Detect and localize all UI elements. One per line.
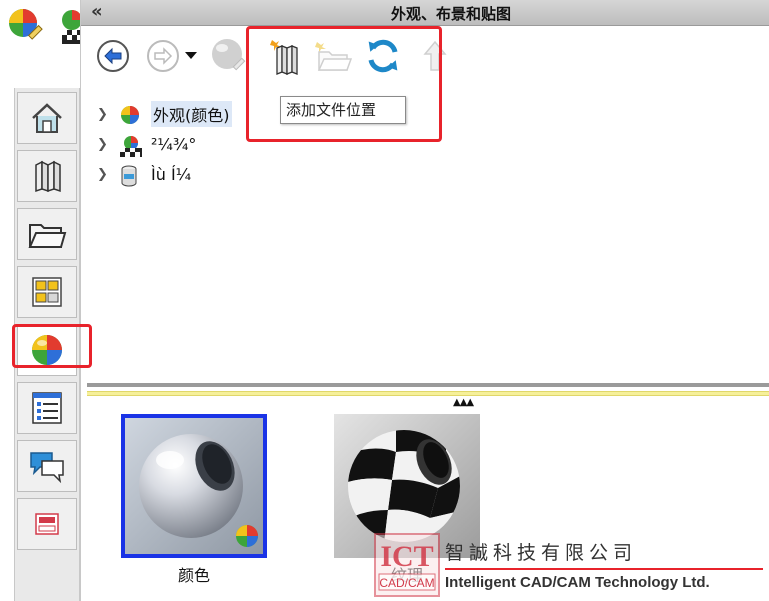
glossy-ball-preview: [125, 418, 263, 554]
splitter-bar: [87, 383, 769, 387]
tab-home[interactable]: [17, 92, 77, 144]
history-dropdown-button[interactable]: [181, 36, 201, 76]
tree-item-label: Ìù Í¼: [151, 164, 192, 184]
company-name-cn: 智誠科技有限公司: [445, 542, 638, 564]
ict-logo: ICT CAD/CAM: [373, 530, 441, 598]
tree-item-label: ²¼¾°: [151, 134, 197, 154]
company-name-en: Intelligent CAD/CAM Technology Ltd.: [445, 574, 710, 591]
splitter-grip-icon[interactable]: ▲▲▲: [453, 397, 474, 408]
company-watermark: ICT CAD/CAM 智誠科技有限公司 Intelligent CAD/CAM…: [373, 530, 769, 601]
pane-splitter[interactable]: ▲▲▲: [87, 383, 769, 408]
scene-icon: [119, 134, 143, 162]
pane-title: 外观、布景和贴图: [390, 5, 511, 23]
appearance-ball-icon: [119, 104, 141, 130]
tab-ict-custom[interactable]: [17, 498, 77, 550]
svg-text:CAD/CAM: CAD/CAM: [379, 576, 434, 590]
annotation-highlight-appearance-tab: [12, 324, 92, 368]
thumbnail-label: 颜色: [177, 566, 210, 585]
expand-arrow-icon[interactable]: ❯: [97, 167, 108, 182]
top-left-icons: [6, 6, 82, 50]
folder-icon: [28, 224, 67, 248]
splitter-highlight: [87, 391, 769, 396]
tab-file-explorer[interactable]: [17, 208, 77, 260]
appearance-badge-icon: [236, 525, 258, 547]
tab-forum[interactable]: [17, 440, 77, 492]
forum-chat-icon: [30, 452, 64, 483]
forward-arrow-icon: [147, 40, 179, 72]
back-arrow-icon: [97, 40, 129, 72]
left-column: [0, 0, 82, 601]
expand-arrow-icon[interactable]: ❯: [97, 107, 108, 122]
scene-icon[interactable]: [58, 6, 82, 50]
watermark-divider: [445, 568, 763, 570]
svg-text:ICT: ICT: [380, 540, 433, 573]
back-button[interactable]: [93, 36, 133, 76]
tab-design-library[interactable]: [17, 150, 77, 202]
ict-logo-icon: [35, 513, 59, 535]
gray-sphere-button[interactable]: [209, 36, 249, 76]
expand-arrow-icon[interactable]: ❯: [97, 137, 108, 152]
annotation-highlight-toolbar: [246, 26, 442, 142]
dropdown-triangle-icon: [185, 52, 197, 59]
thumbnail-color[interactable]: [121, 414, 267, 558]
tab-custom-properties[interactable]: [17, 382, 77, 434]
view-palette-icon: [32, 277, 62, 307]
forward-button[interactable]: [143, 36, 183, 76]
home-icon: [32, 103, 62, 133]
gray-sphere-icon: [212, 39, 246, 71]
tree-item-label: 外观(颜色): [151, 101, 232, 127]
tab-view-palette[interactable]: [17, 266, 77, 318]
property-list-icon: [32, 392, 62, 424]
library-books-icon: [35, 160, 61, 193]
decal-cylinder-icon: [119, 164, 139, 192]
pane-titlebar: « 外观、布景和贴图: [81, 0, 769, 26]
tooltip: 添加文件位置: [280, 96, 406, 124]
appearance-edit-icon[interactable]: [6, 6, 46, 50]
